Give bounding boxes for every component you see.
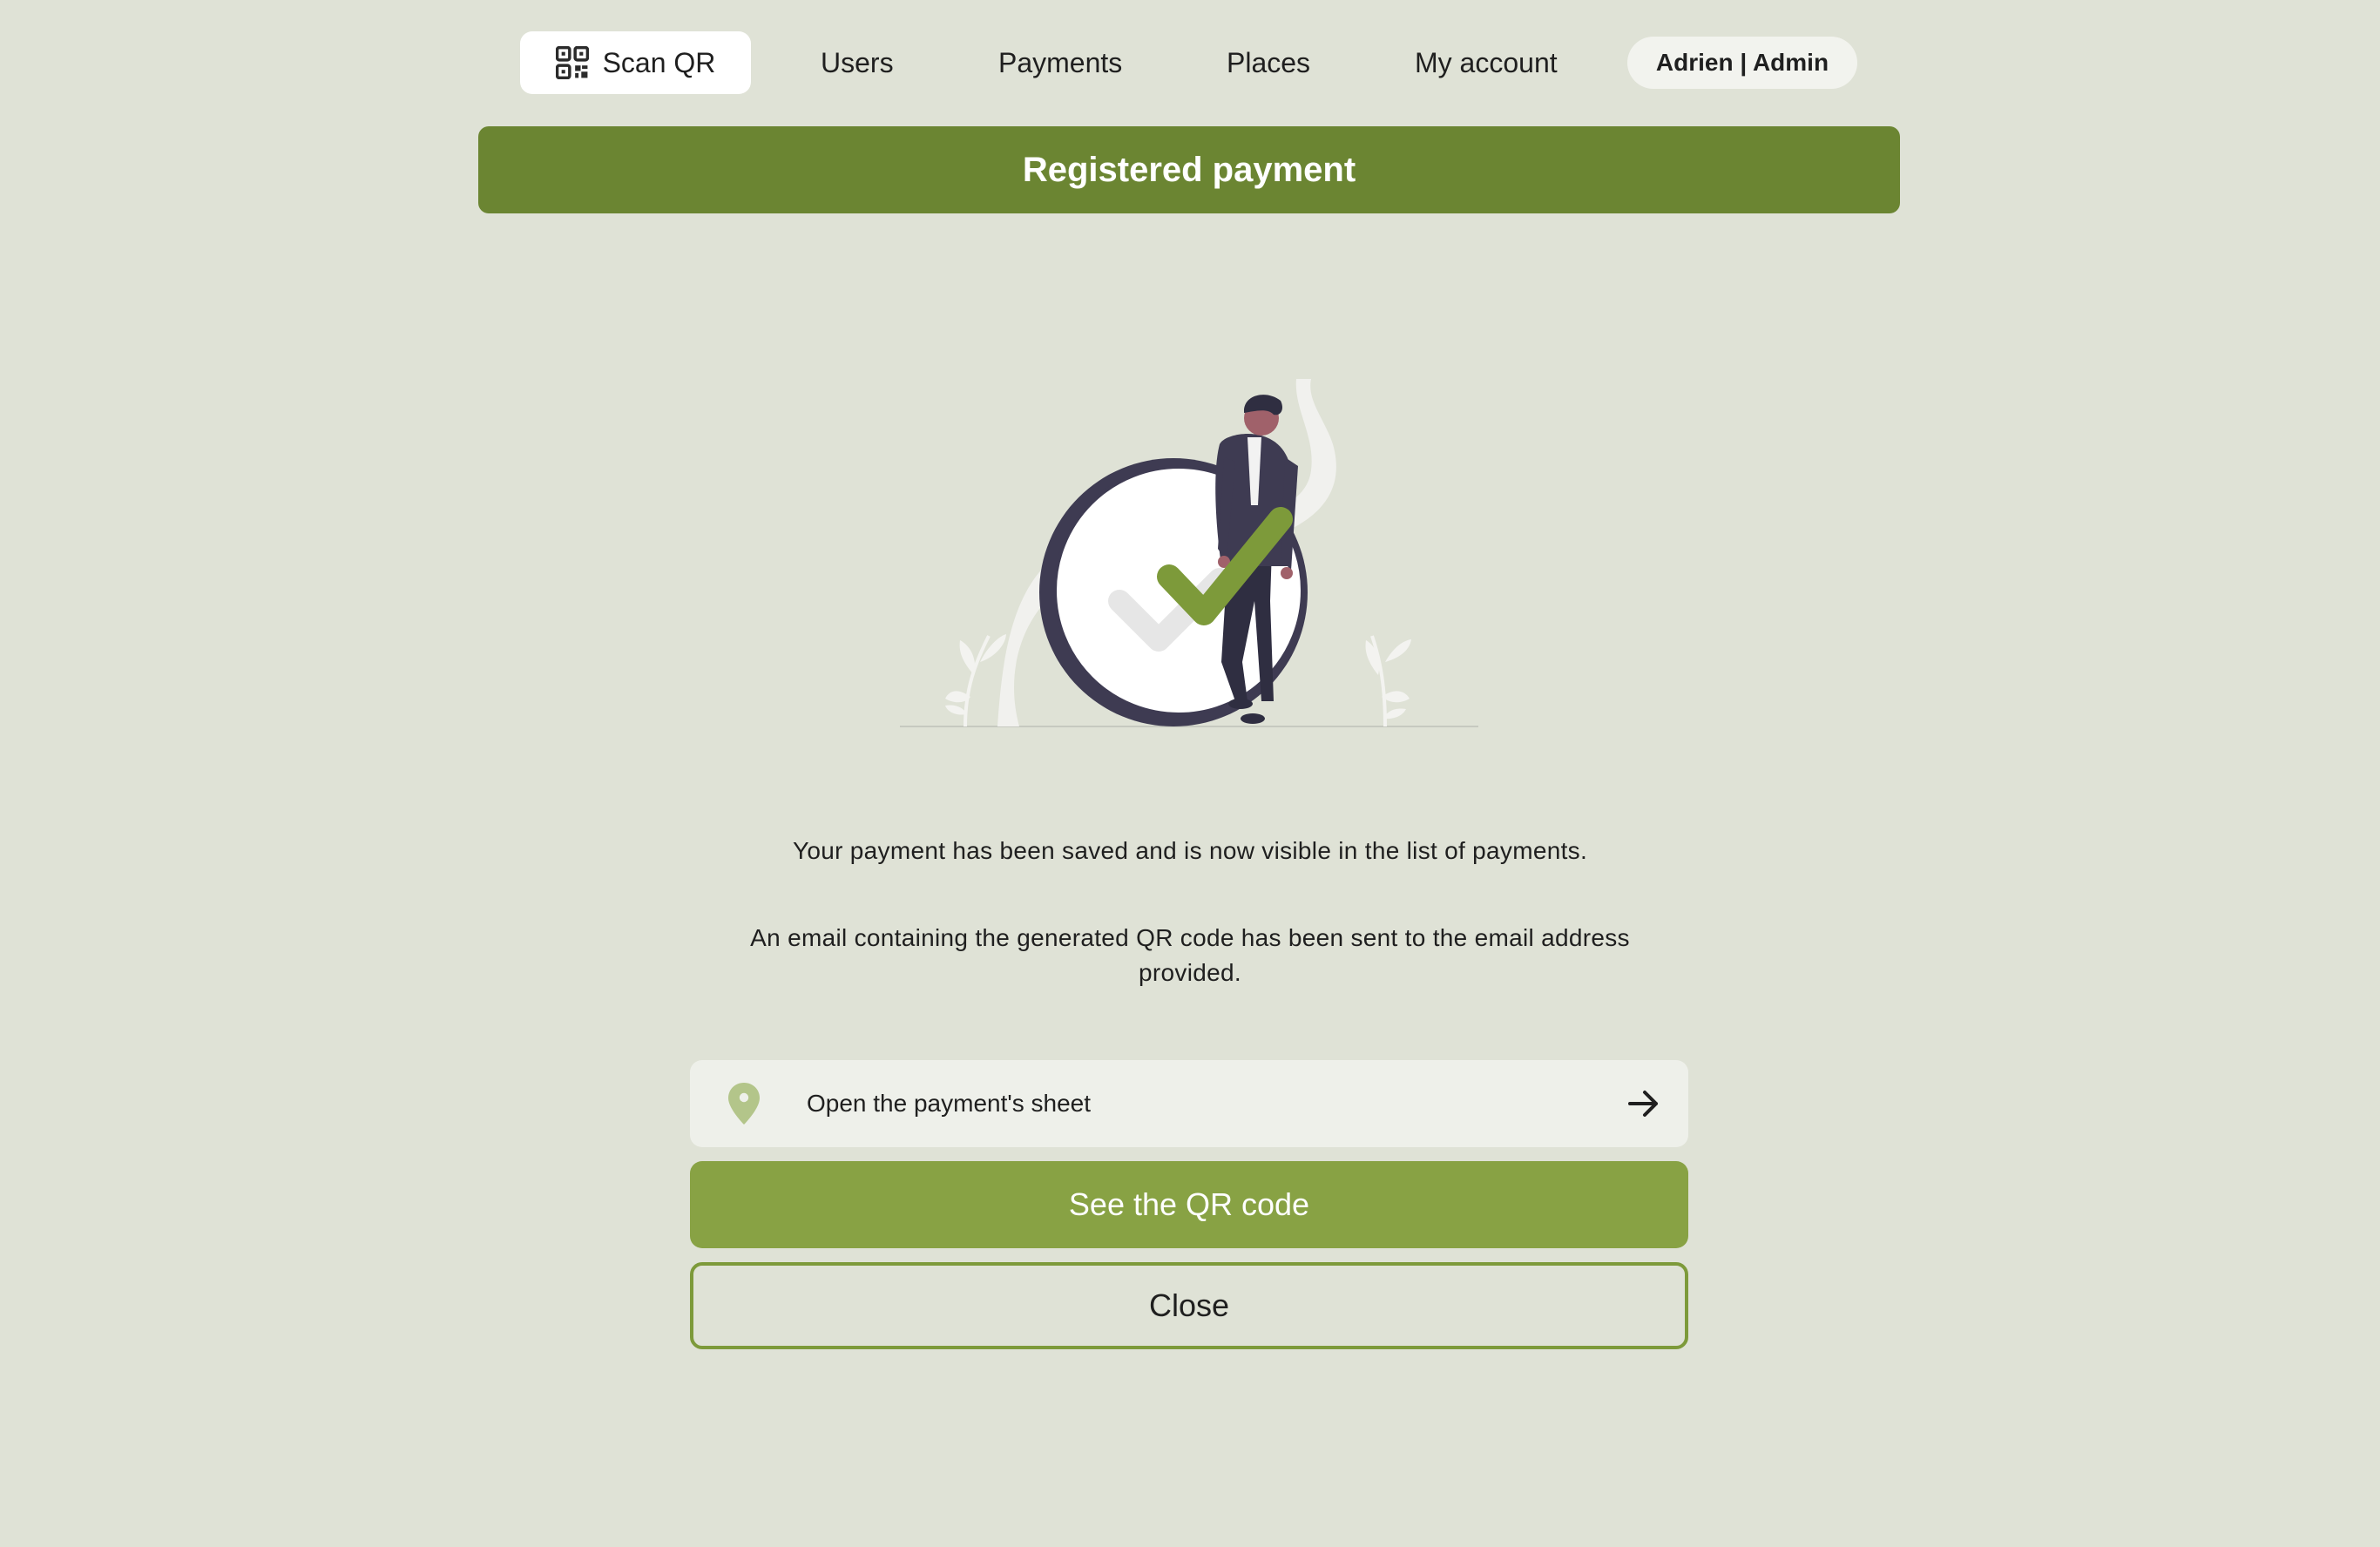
success-checkmark-illustration (897, 375, 1481, 732)
nav-places[interactable]: Places (1227, 31, 1310, 94)
top-navigation: Scan QR Users Payments Places My account… (0, 31, 2380, 94)
nav-scan-qr[interactable]: Scan QR (520, 31, 751, 94)
saved-message: Your payment has been saved and is now v… (792, 837, 1588, 864)
qr-code-icon (555, 46, 589, 79)
open-payment-sheet-button[interactable]: Open the payment's sheet (690, 1060, 1688, 1147)
arrow-right-icon (1627, 1088, 1660, 1124)
user-badge[interactable]: Adrien | Admin (1627, 37, 1857, 89)
open-payment-sheet-label: Open the payment's sheet (807, 1090, 1091, 1117)
nav-payments[interactable]: Payments (998, 31, 1122, 94)
page-title: Registered payment (478, 126, 1900, 213)
nav-scan-qr-label: Scan QR (602, 47, 716, 78)
close-button[interactable]: Close (690, 1262, 1688, 1349)
see-qr-code-button[interactable]: See the QR code (690, 1161, 1688, 1248)
nav-my-account[interactable]: My account (1415, 31, 1558, 94)
email-message: An email containing the generated QR cod… (750, 924, 1630, 986)
nav-users[interactable]: Users (821, 31, 894, 94)
map-pin-icon (727, 1081, 761, 1131)
